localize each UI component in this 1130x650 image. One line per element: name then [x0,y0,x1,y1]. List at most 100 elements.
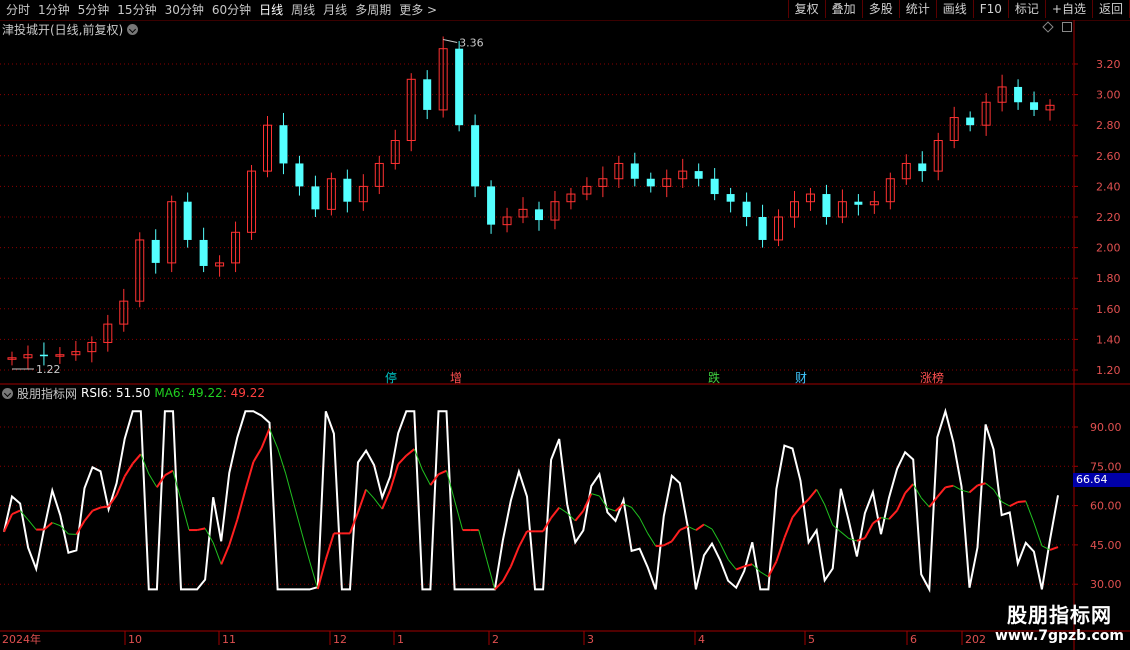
ma-line-segment [1049,546,1059,551]
ma-line-segment [639,517,649,534]
ma-line-segment [260,428,271,449]
candle-body-down [311,186,320,210]
x-axis-label: 6 [910,633,917,646]
x-axis-label: 5 [808,633,815,646]
high-marker-line [443,39,458,44]
candle-body-down [455,48,464,126]
ma-line-segment [816,489,826,505]
ma-line-segment [228,519,239,546]
ma-line-segment [695,523,705,531]
main-y-tick-label: 2.40 [1096,180,1121,193]
ma-line-segment [663,540,673,547]
main-y-tick-label: 2.00 [1096,242,1121,255]
ma-line-segment [711,528,721,544]
candle-body-down [151,239,160,263]
main-y-tick-label: 2.80 [1096,119,1121,132]
ma-line-segment [421,469,431,486]
ma-line-segment [405,448,415,457]
ma-line-segment [220,544,231,565]
ma-line-segment [244,461,255,491]
x-axis-label: 2 [492,633,499,646]
ma-line-segment [912,483,922,499]
ma-line-segment [365,489,375,499]
x-axis-label: 1 [397,633,404,646]
ma-line-segment [896,492,907,511]
low-label: 1.22 [36,363,61,376]
ma-line-segment [655,544,664,548]
ma-line-segment [719,542,729,560]
candle-body-down [822,194,831,217]
ma-line-segment [27,519,37,530]
ma-line-segment [486,559,496,590]
ma-line-segment [285,473,295,504]
watermark: 股朋指标网 www.7gpzb.com [995,599,1124,644]
ma-line-segment [550,507,560,519]
main-y-tick-label: 1.60 [1096,303,1121,316]
candle-body-down [487,186,496,225]
event-tag: 增 [450,371,462,385]
ma-line-segment [856,537,866,542]
candle-body-down [1030,102,1039,110]
ma-line-segment [993,489,1003,503]
x-axis-label: 10 [128,633,142,646]
ma-line-segment [760,571,769,578]
ma-line-segment [1001,501,1010,507]
ma-line-segment [309,561,319,590]
candle-body-down [726,194,735,202]
candle-body-down [710,178,719,195]
ma-line-segment [357,489,368,513]
ma-line-segment [591,493,600,497]
ma-line-segment [920,497,930,508]
ma-line-segment [236,489,247,520]
ma-line-segment [840,531,850,539]
ma-line-segment [985,482,994,490]
x-axis-label: 3 [587,633,594,646]
ma-line-segment [212,542,222,565]
main-y-tick-label: 3.20 [1096,58,1121,71]
ma-line-segment [52,522,61,527]
ma-line-segment [131,453,142,465]
x-axis-label: 202 [965,633,986,646]
ma-line-segment [824,504,834,526]
watermark-title: 股朋指标网 [1006,603,1112,627]
ma-line-segment [670,529,681,542]
candle-body-down [534,209,543,221]
ma-line-segment [735,565,745,571]
candle-body-down [343,178,352,202]
main-y-tick-label: 3.00 [1096,89,1121,102]
ma-line-segment [397,454,408,465]
high-label: 3.36 [459,37,484,50]
ma-line-segment [11,509,21,516]
chevron-down-icon[interactable] [2,387,13,399]
rsi-label: RSI6: 51.50 [81,386,151,400]
ma-line-segment [509,546,520,567]
candle-body-down [918,163,927,172]
ma-line-segment [252,447,263,463]
ma-line-segment [1033,522,1043,546]
chart-canvas[interactable]: 3.20 3.00 2.80 2.60 2.40 2.20 2.00 1.80 1.60 1.40… [0,0,1130,650]
ma-line-segment [647,533,657,547]
ma-line-segment [277,447,287,474]
ma-line-segment [558,507,568,514]
ma-line-segment [478,529,488,560]
x-axis-label: 11 [222,633,236,646]
ma-line-segment [83,510,94,522]
candle-body-down [966,117,975,126]
main-y-tick-label: 2.20 [1096,211,1121,224]
ma-line-segment [679,525,689,531]
ma-line-segment [936,486,947,498]
candle-body-down [279,125,288,164]
candle-body-down [694,171,703,179]
watermark-url: www.7gpzb.com [994,628,1124,644]
ma-line-segment [196,527,206,532]
candle-body-down [742,201,751,217]
ma-line-segment [703,524,713,530]
ma-line-segment [864,522,874,539]
candle-body-down [758,217,767,240]
ma-line-segment [1017,500,1026,504]
ma-line-segment [607,507,616,512]
main-y-tick-label: 2.60 [1096,150,1121,163]
candle-body-down [646,178,655,187]
ma-line-segment [301,532,311,562]
ma-line-segment [574,510,585,522]
